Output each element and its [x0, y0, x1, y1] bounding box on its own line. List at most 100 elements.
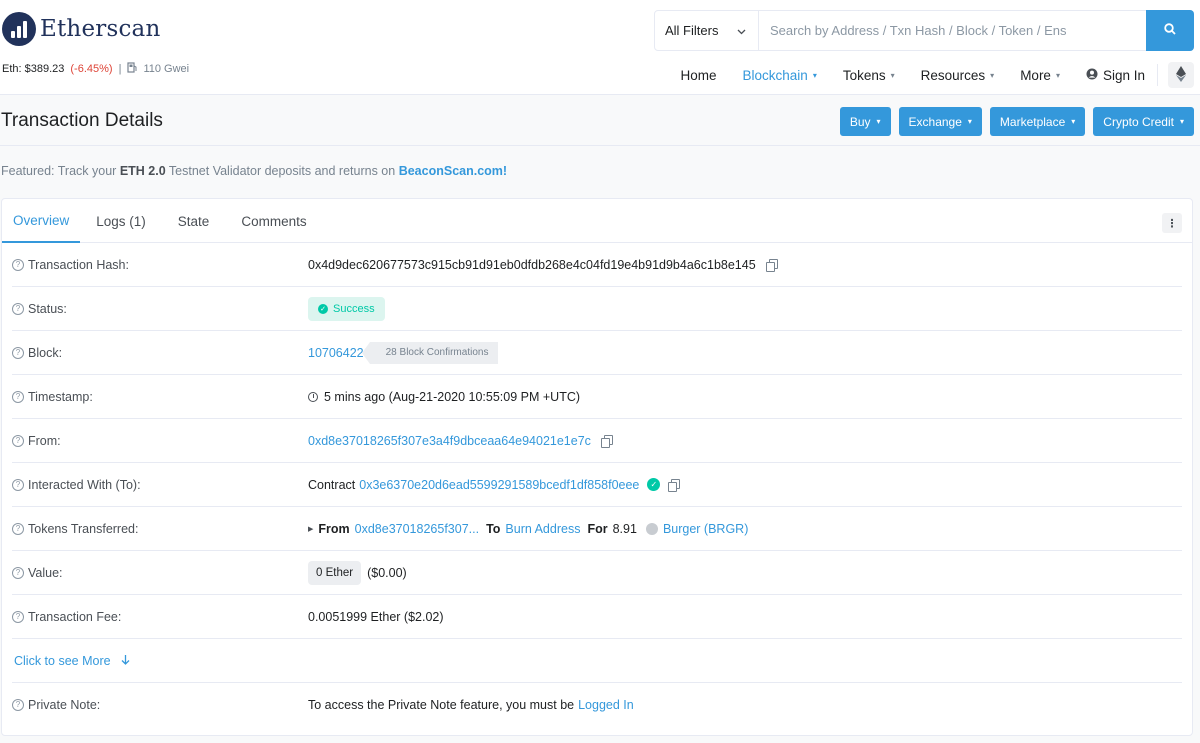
featured-middle: Testnet Validator deposits and returns o…	[168, 164, 396, 178]
row-block: ? Block: 10706422 28 Block Confirmations	[12, 331, 1182, 375]
row-label: ? Transaction Hash:	[12, 258, 308, 272]
nav-more-label: More	[1020, 67, 1051, 83]
more-options-icon[interactable]: ⋮	[1162, 213, 1182, 233]
featured-banner: Featured: Track your ETH 2.0 Testnet Val…	[1, 164, 507, 178]
see-more-label: Click to see More	[14, 653, 111, 668]
row-value: 0xd8e37018265f307e3a4f9dbceaa64e94021e1e…	[308, 434, 613, 448]
featured-bold: ETH 2.0	[119, 164, 166, 178]
tx-hash-label: Transaction Hash:	[28, 257, 129, 272]
help-icon[interactable]: ?	[12, 610, 24, 623]
help-icon[interactable]: ?	[12, 258, 24, 271]
row-label: ? Transaction Fee:	[12, 610, 308, 624]
help-icon[interactable]: ?	[12, 434, 24, 447]
nav-home-label: Home	[680, 67, 717, 83]
nav-home[interactable]: Home	[681, 68, 717, 83]
row-value: 0x4d9dec620677573c915cb91d91eb0dfdb268e4…	[308, 258, 778, 272]
search-filter-select[interactable]: All Filters	[655, 11, 759, 50]
chevron-down-icon: ▾	[876, 117, 881, 126]
help-icon[interactable]: ?	[12, 478, 24, 491]
gas-price[interactable]: 110 Gwei	[143, 63, 189, 75]
row-label: ? Value:	[12, 566, 308, 580]
copy-icon[interactable]	[600, 434, 613, 448]
from-address-link[interactable]: 0xd8e37018265f307e3a4f9dbceaa64e94021e1e…	[308, 434, 591, 448]
token-logo-icon	[645, 522, 658, 535]
site-header: Etherscan Eth: $389.23 (-6.45%) | 110 Gw…	[0, 0, 1200, 95]
nav-blockchain[interactable]: Blockchain ▾	[743, 68, 817, 83]
tokens-label: Tokens Transferred:	[28, 521, 139, 536]
nav-resources[interactable]: Resources ▾	[921, 68, 995, 83]
token-name-link[interactable]: Burger (BRGR)	[663, 522, 748, 536]
tab-comments[interactable]: Comments	[225, 199, 322, 243]
private-note-label: Private Note:	[28, 698, 101, 712]
transaction-card: Overview Logs (1) State Comments ⋮ ? Tra…	[1, 198, 1193, 736]
private-note-text: To access the Private Note feature, you …	[308, 698, 575, 712]
help-icon[interactable]: ?	[12, 346, 24, 359]
eth-price-change: (-6.45%)	[70, 63, 113, 75]
copy-icon[interactable]	[668, 478, 681, 492]
logged-in-link[interactable]: Logged In	[578, 698, 634, 712]
nav-tokens[interactable]: Tokens ▾	[843, 68, 895, 83]
crypto-credit-button[interactable]: Crypto Credit ▾	[1093, 107, 1194, 136]
nav-sign-in[interactable]: Sign In	[1086, 68, 1145, 83]
tab-overview[interactable]: Overview	[2, 199, 81, 243]
row-value-amount: ? Value: 0 Ether ($0.00)	[12, 551, 1182, 595]
tokens-to-address-link[interactable]: Burn Address	[505, 522, 580, 536]
block-number-link[interactable]: 10706422	[308, 346, 364, 360]
help-icon[interactable]: ?	[12, 390, 24, 403]
from-label: From:	[28, 433, 61, 448]
page-title: Transaction Details	[1, 110, 163, 131]
beaconscan-link[interactable]: BeaconScan.com!	[399, 164, 507, 178]
row-label: ? Timestamp:	[12, 390, 308, 404]
caret-right-icon: ▶	[308, 525, 314, 533]
search-button[interactable]	[1146, 10, 1194, 51]
marketplace-button[interactable]: Marketplace ▾	[989, 107, 1086, 136]
row-value: To access the Private Note feature, you …	[308, 698, 634, 712]
row-value: 0.0051999 Ether ($2.02)	[308, 610, 444, 624]
row-from: ? From: 0xd8e37018265f307e3a4f9dbceaa64e…	[12, 419, 1182, 463]
help-icon[interactable]: ?	[12, 699, 24, 711]
verified-check-icon: ✓	[647, 478, 661, 491]
row-private-note: ? Private Note: To access the Private No…	[12, 683, 1182, 727]
exchange-button-label: Exchange	[908, 114, 962, 129]
tokens-from-address-link[interactable]: 0xd8e37018265f307...	[355, 522, 479, 536]
see-more-link[interactable]: Click to see More	[12, 654, 130, 668]
tab-logs[interactable]: Logs (1)	[80, 199, 162, 243]
timestamp-label: Timestamp:	[28, 389, 93, 404]
check-circle-icon: ✓	[318, 303, 328, 314]
help-icon[interactable]: ?	[12, 302, 24, 315]
clock-icon	[308, 391, 318, 402]
fee-value: 0.0051999 Ether ($2.02)	[308, 609, 444, 624]
user-icon	[1086, 68, 1098, 83]
help-icon[interactable]: ?	[12, 522, 24, 535]
network-switch-button[interactable]	[1168, 62, 1194, 88]
block-confirmations-badge: 28 Block Confirmations	[361, 341, 499, 364]
help-icon[interactable]: ?	[12, 566, 24, 579]
tab-state[interactable]: State	[162, 199, 226, 243]
etherscan-logo[interactable]: Etherscan	[2, 12, 160, 46]
row-value: ▶ From 0xd8e37018265f307... To Burn Addr…	[308, 522, 748, 536]
ethereum-icon	[1176, 65, 1186, 85]
chevron-down-icon: ▾	[990, 70, 995, 80]
status-label: Status:	[28, 301, 67, 316]
exchange-button[interactable]: Exchange ▾	[898, 107, 982, 136]
eth-price[interactable]: Eth: $389.23	[2, 63, 64, 75]
row-timestamp: ? Timestamp: 5 mins ago (Aug-21-2020 10:…	[12, 375, 1182, 419]
buy-button[interactable]: Buy ▾	[839, 107, 891, 136]
search-icon	[1164, 23, 1176, 38]
value-label: Value:	[28, 565, 63, 580]
row-label: ? Status:	[12, 302, 308, 316]
chevron-down-icon: ▾	[812, 70, 817, 80]
status-badge: ✓ Success	[308, 296, 385, 321]
value-amount-badge: 0 Ether	[308, 560, 362, 585]
tx-hash-value: 0x4d9dec620677573c915cb91d91eb0dfdb268e4…	[308, 257, 756, 272]
contract-address-link[interactable]: 0x3e6370e20d6ead5599291589bcedf1df858f0e…	[359, 478, 639, 492]
status-value: Success	[333, 302, 375, 315]
price-bar: Eth: $389.23 (-6.45%) | 110 Gwei	[2, 62, 189, 76]
nav-more[interactable]: More ▾	[1020, 68, 1060, 83]
value-usd: ($0.00)	[367, 565, 407, 580]
timestamp-value: 5 mins ago (Aug-21-2020 10:55:09 PM +UTC…	[324, 389, 581, 404]
search-input[interactable]	[759, 11, 1146, 50]
logo-text: Etherscan	[40, 16, 161, 42]
copy-icon[interactable]	[765, 258, 778, 272]
row-value: 10706422 28 Block Confirmations	[308, 341, 499, 364]
